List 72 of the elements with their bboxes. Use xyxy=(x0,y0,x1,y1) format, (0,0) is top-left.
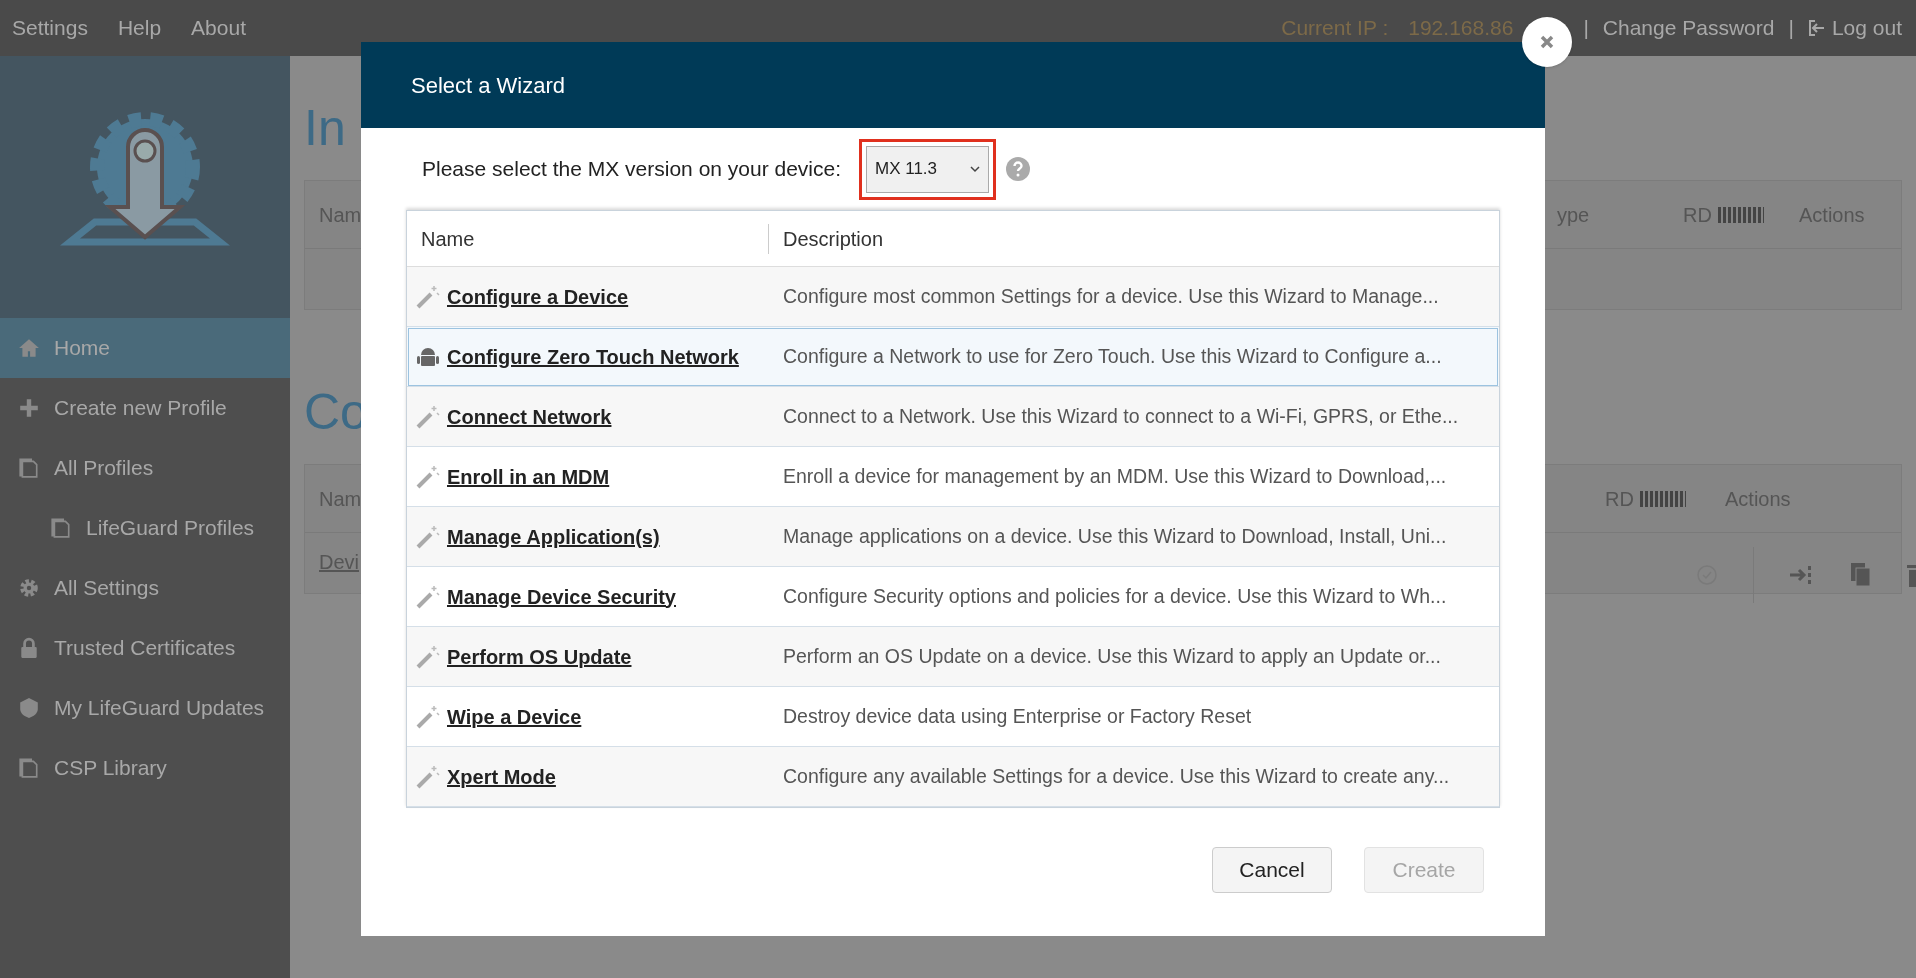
copy-icon[interactable] xyxy=(1850,562,1872,588)
document-icon xyxy=(50,517,72,539)
select-value: MX 11.3 xyxy=(875,158,938,181)
change-password-link[interactable]: Change Password xyxy=(1602,12,1775,44)
sidebar-item[interactable]: CSP Library xyxy=(0,738,290,798)
barcode-icon xyxy=(1717,206,1764,223)
sidebar-item[interactable]: All Settings xyxy=(0,558,290,618)
wand-icon xyxy=(415,463,441,490)
document-icon xyxy=(18,457,40,479)
version-select[interactable]: MX 11.3 xyxy=(866,145,989,193)
column-header: Description xyxy=(782,226,884,252)
wand-icon xyxy=(415,763,441,790)
nav-link[interactable]: Settings xyxy=(12,12,88,44)
caret-icon xyxy=(970,165,980,173)
wizard-row[interactable]: Manage Device Security Configure Security options and policies for a device. Use this Wizard to Wh... xyxy=(407,567,1499,627)
wizard-row[interactable]: Connect Network Connect to a Network. Use this Wizard to connect to a Wi-Fi, GPRS, or Ethe... xyxy=(407,387,1499,447)
sidebar-item[interactable]: Create new Profile xyxy=(0,378,290,438)
wizard-link[interactable]: Xpert Mode xyxy=(447,761,556,792)
dialog-title: Select a Wizard xyxy=(411,71,566,100)
description-text: Destroy device data using Enterprise or Factory Reset xyxy=(782,703,1252,729)
description-text: Connect to a Network. Use this Wizard to connect to a Wi-Fi, GPRS, or Ethe... xyxy=(782,403,1459,429)
description-text: Configure any available Settings for a device. Use this Wizard to create any... xyxy=(782,763,1450,789)
wizard-row[interactable]: Wipe a Device Destroy device data using Enterprise or Factory Reset xyxy=(407,687,1499,747)
wizard-link[interactable]: Enroll in an MDM xyxy=(447,461,610,492)
home-icon xyxy=(18,337,40,359)
section-heading: In xyxy=(304,99,347,158)
lock-icon xyxy=(18,637,40,659)
wizard-row[interactable]: Perform OS Update Perform an OS Update on a device. Use this Wizard to apply an Update or... xyxy=(407,627,1499,687)
logout-icon xyxy=(1807,19,1826,37)
wizard-row[interactable]: Configure a Device Configure most common Settings for a device. Use this Wizard to Manage... xyxy=(407,267,1499,327)
wizard-link[interactable]: Manage Application(s) xyxy=(447,521,660,552)
separator: | xyxy=(1583,15,1589,42)
separator: | xyxy=(1788,15,1794,42)
wizard-link[interactable]: Wipe a Device xyxy=(447,701,582,732)
wand-icon xyxy=(415,703,441,730)
wand-icon xyxy=(415,523,441,550)
document-icon xyxy=(18,757,40,779)
nav-link[interactable]: Help xyxy=(117,12,162,44)
shield-icon xyxy=(18,697,40,719)
wand-icon xyxy=(415,283,441,310)
logout-link[interactable]: Log out xyxy=(1807,12,1902,44)
wizard-row[interactable]: Enroll in an MDM Enroll a device for management by an MDM. Use this Wizard to Download,... xyxy=(407,447,1499,507)
wizard-link[interactable]: Perform OS Update xyxy=(447,641,632,672)
description-text: Configure Security options and policies for a device. Use this Wizard to Wh... xyxy=(782,583,1447,609)
wand-icon xyxy=(415,583,441,610)
column-header: Name xyxy=(407,223,769,254)
wizard-row[interactable]: Manage Application(s) Manage applications on a device. Use this Wizard to Download, Install, Uni... xyxy=(407,507,1499,567)
sidebar-item[interactable]: All Profiles xyxy=(0,438,290,498)
description-text: Configure a Network to use for Zero Touch. Use this Wizard to Configure a... xyxy=(782,343,1442,369)
nav-link[interactable]: About xyxy=(191,12,246,44)
wizard-row[interactable]: Xpert Mode Configure any available Settings for a device. Use this Wizard to create any... xyxy=(407,747,1499,807)
close-icon xyxy=(1539,34,1555,50)
description-text: Manage applications on a device. Use this Wizard to Download, Install, Uni... xyxy=(782,523,1447,549)
sidebar-item[interactable]: My LifeGuard Updates xyxy=(0,678,290,738)
help-icon[interactable] xyxy=(1006,157,1030,181)
wizard-link[interactable]: Manage Device Security xyxy=(447,581,676,612)
sidebar-item[interactable]: LifeGuard Profiles xyxy=(0,498,290,558)
wand-icon xyxy=(415,403,441,430)
plus-icon xyxy=(18,397,40,419)
cancel-button[interactable]: Cancel xyxy=(1212,847,1332,893)
description-text: Configure most common Settings for a device. Use this Wizard to Manage... xyxy=(782,283,1439,309)
description-text: Enroll a device for management by an MDM. Use this Wizard to Download,... xyxy=(782,463,1447,489)
wizard-row[interactable]: Configure Zero Touch Network Configure a Network to use for Zero Touch. Use this Wizard to Configure a... xyxy=(407,327,1499,387)
wizard-link[interactable]: Connect Network xyxy=(447,401,612,432)
wizard-link[interactable]: Configure a Device xyxy=(447,281,629,312)
version-label: Please select the MX version on your device: xyxy=(422,156,843,183)
sidebar-item[interactable]: Trusted Certificates xyxy=(0,618,290,678)
barcode-icon xyxy=(1639,490,1686,507)
wand-icon xyxy=(415,643,441,670)
gear-icon xyxy=(18,577,40,599)
wizard-link[interactable]: Configure Zero Touch Network xyxy=(447,341,739,372)
description-text: Perform an OS Update on a device. Use this Wizard to apply an Update or... xyxy=(782,643,1441,669)
